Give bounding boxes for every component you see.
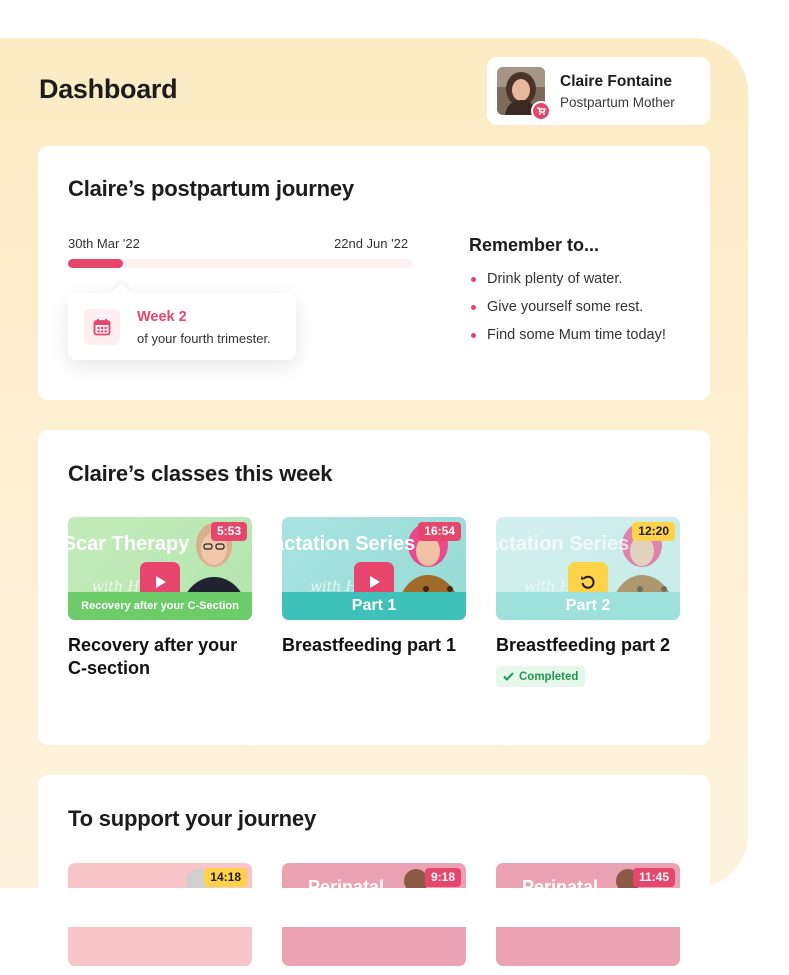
- remember-title: Remember to...: [469, 235, 600, 255]
- video-duration: 14:18: [204, 868, 247, 887]
- week-label: Week 2: [137, 309, 187, 325]
- page-bottom: [0, 888, 789, 927]
- class-video-card[interactable]: Scar Therapy with Ha 5:53 Recovery after…: [68, 517, 252, 680]
- thumbnail-title: Lactation Series: [282, 533, 416, 555]
- classes-card: Claire’s classes this week Scar Therapy …: [38, 430, 710, 745]
- class-video-card[interactable]: Lactation Series with H 12:20 Part 2 Bre…: [496, 517, 680, 687]
- check-icon: [503, 672, 514, 681]
- remember-list: Drink plenty of water. Give yourself som…: [469, 267, 689, 351]
- support-title: To support your journey: [68, 806, 316, 831]
- profile-role: Postpartum Mother: [560, 95, 675, 110]
- journey-end-date: 22nd Jun '22: [334, 236, 409, 251]
- video-title[interactable]: Recovery after your C-section: [68, 634, 252, 680]
- video-thumbnail[interactable]: Scar Therapy with Ha 5:53 Recovery after…: [68, 517, 252, 620]
- thumbnail-band: Recovery after your C-Section: [68, 592, 252, 620]
- profile-card[interactable]: Claire Fontaine Postpartum Mother: [487, 57, 710, 125]
- video-duration: 12:20: [632, 522, 675, 541]
- video-thumbnail[interactable]: Lactation Series with H 16:54 Part 1: [282, 517, 466, 620]
- support-card: To support your journey 14:18 Perinatal …: [38, 775, 710, 975]
- remember-item: Give yourself some rest.: [469, 295, 689, 319]
- journey-card: Claire’s postpartum journey 30th Mar '22…: [38, 146, 710, 400]
- video-title[interactable]: Breastfeeding part 1: [282, 634, 466, 657]
- video-title[interactable]: Breastfeeding part 2: [496, 634, 680, 657]
- video-duration: 9:18: [424, 868, 461, 887]
- completed-badge: Completed: [496, 666, 586, 687]
- classes-title: Claire’s classes this week: [68, 461, 333, 486]
- video-thumbnail[interactable]: Lactation Series with H 12:20 Part 2: [496, 517, 680, 620]
- calendar-icon: [84, 309, 120, 345]
- thumbnail-title: Lactation Series: [496, 533, 630, 555]
- profile-name: Claire Fontaine: [560, 73, 672, 90]
- thumbnail-band: Part 1: [282, 592, 466, 620]
- class-video-card[interactable]: Lactation Series with H 16:54 Part 1 Bre…: [282, 517, 466, 657]
- tooltip-arrow: [111, 283, 131, 303]
- thumbnail-title: Scar Therapy: [68, 533, 190, 555]
- video-duration: 11:45: [632, 868, 675, 887]
- journey-progress-track: [68, 259, 413, 268]
- journey-progress-fill: [68, 259, 124, 268]
- page-title: Dashboard: [39, 74, 178, 104]
- video-duration: 16:54: [418, 522, 461, 541]
- journey-title: Claire’s postpartum journey: [68, 176, 354, 201]
- thumbnail-band: Part 2: [496, 592, 680, 620]
- week-subtitle: of your fourth trimester.: [137, 331, 271, 346]
- week-tooltip: Week 2 of your fourth trimester.: [68, 283, 296, 360]
- video-duration: 5:53: [210, 522, 247, 541]
- completed-label: Completed: [519, 670, 579, 683]
- remember-item: Drink plenty of water.: [469, 267, 689, 291]
- remember-item: Find some Mum time today!: [469, 323, 689, 347]
- stroller-icon: [531, 101, 551, 121]
- journey-start-date: 30th Mar '22: [68, 236, 140, 251]
